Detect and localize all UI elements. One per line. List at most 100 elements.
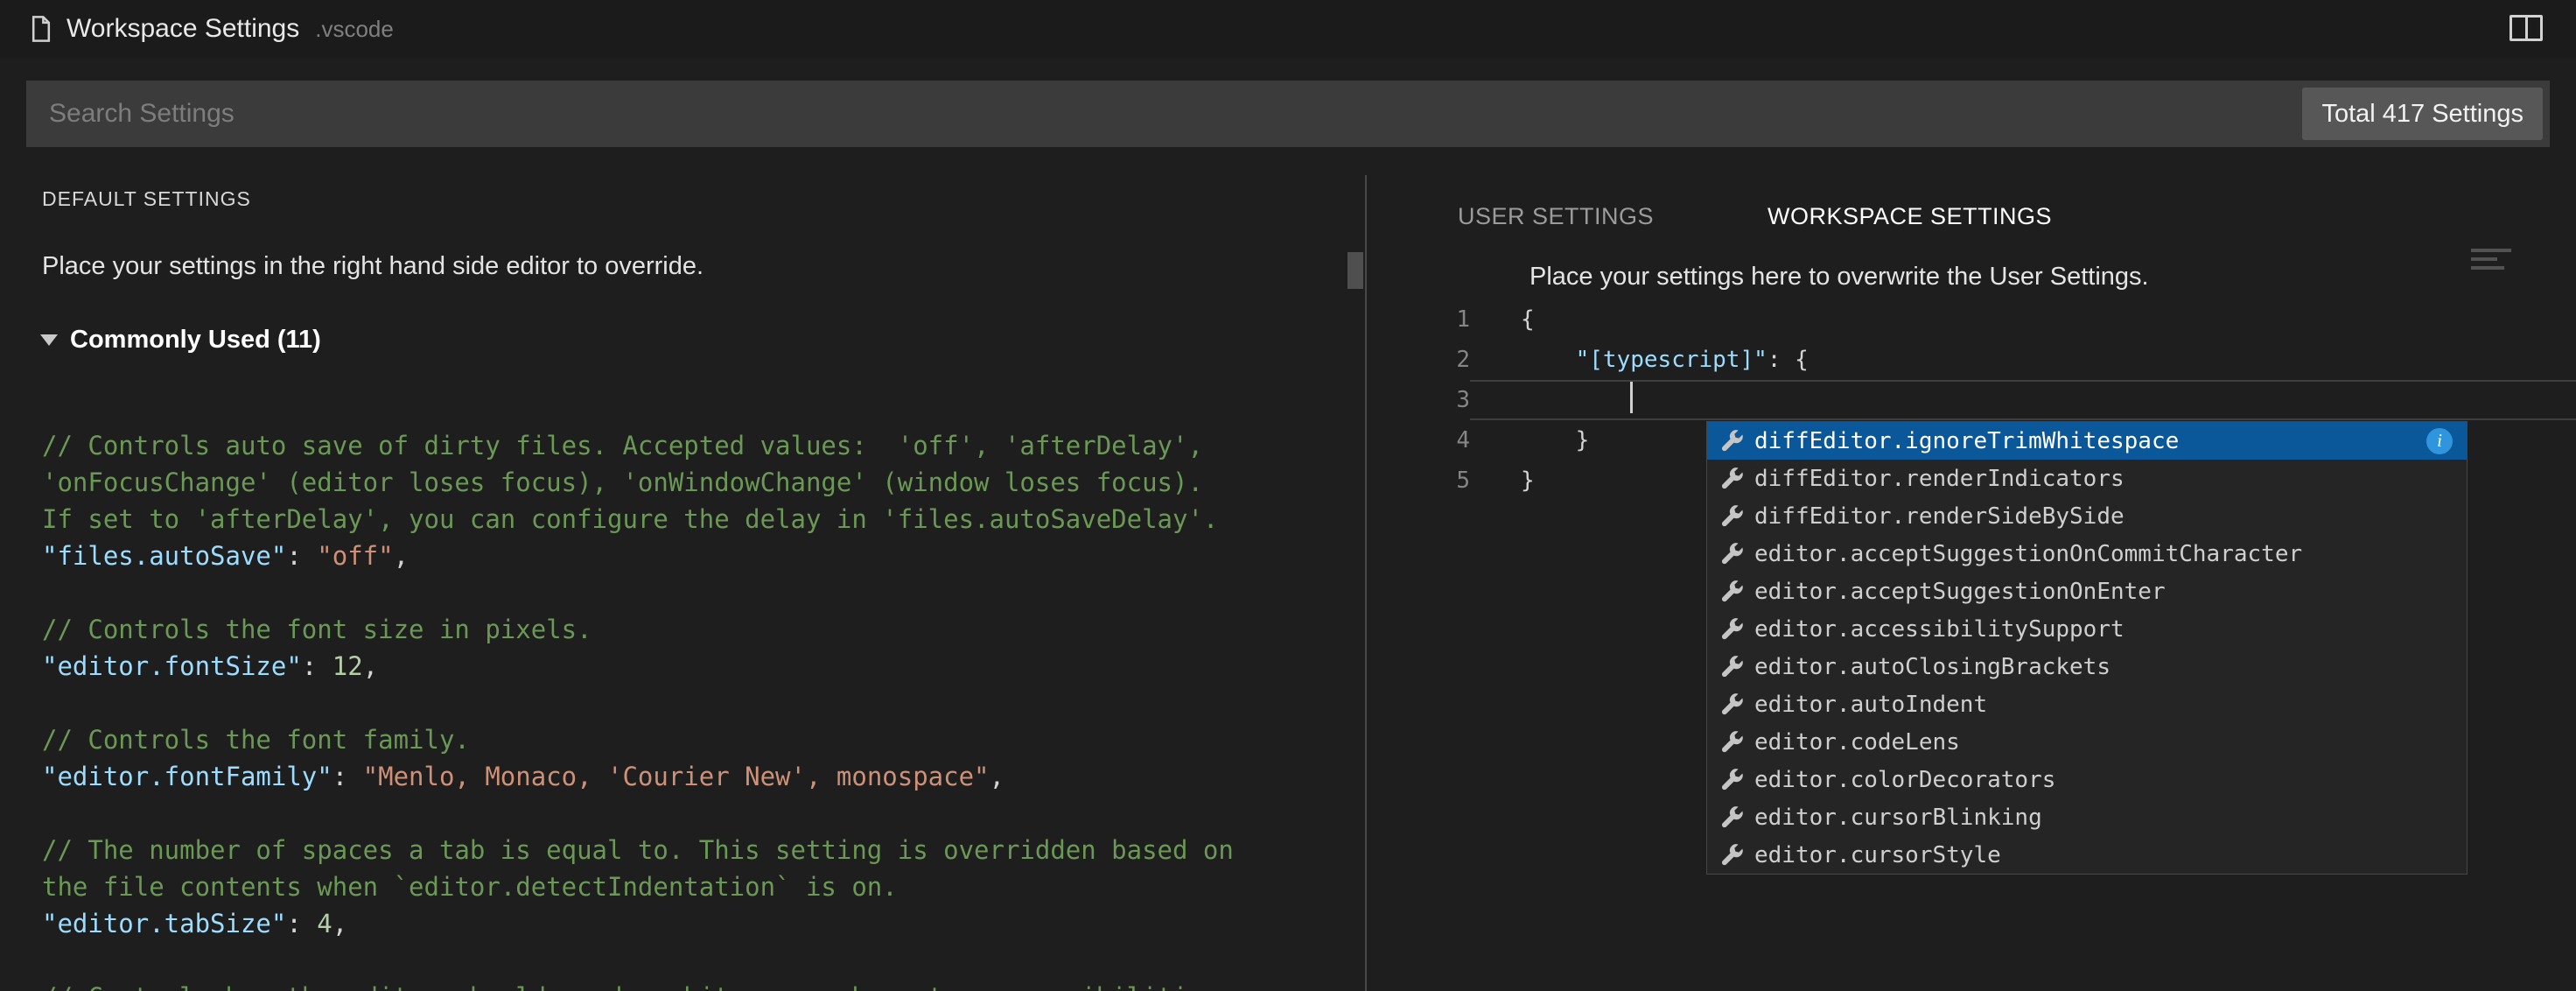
suggestion-item[interactable]: editor.cursorBlinking	[1707, 798, 2467, 836]
suggestion-item[interactable]: editor.acceptSuggestionOnEnter	[1707, 573, 2467, 610]
editor-line[interactable]: 1{	[1367, 299, 2576, 340]
token-comment: // Controls auto save of dirty files. Ac…	[42, 431, 1203, 460]
default-settings-header: DEFAULT SETTINGS	[42, 187, 251, 211]
workspace-settings-pane: USER SETTINGS WORKSPACE SETTINGS Place y…	[1367, 175, 2576, 991]
token-comment: 'onFocusChange' (editor loses focus), 'o…	[42, 467, 1203, 497]
suggestion-label: diffEditor.ignoreTrimWhitespace	[1754, 428, 2179, 454]
wrench-icon	[1719, 805, 1744, 830]
editor-line-content[interactable]: {	[1470, 299, 2576, 340]
left-scrollbar[interactable]	[1348, 175, 1363, 991]
token-punct	[1521, 347, 1576, 373]
suggestion-item[interactable]: editor.autoIndent	[1707, 685, 2467, 723]
token-punct: ,	[363, 651, 378, 681]
default-code-line: // Controls auto save of dirty files. Ac…	[42, 427, 1326, 464]
default-code-line: // Controls the font size in pixels.	[42, 611, 1326, 648]
token-number: 12	[332, 651, 363, 681]
info-icon[interactable]: i	[2426, 428, 2453, 454]
file-icon	[30, 15, 52, 43]
default-code-line: // Controls the font family.	[42, 721, 1326, 758]
token-key: "files.autoSave"	[42, 541, 286, 571]
suggestion-item[interactable]: diffEditor.renderSideBySide	[1707, 497, 2467, 535]
section-commonly-used[interactable]: Commonly Used (11)	[40, 326, 321, 355]
suggestion-item[interactable]: editor.autoClosingBrackets	[1707, 648, 2467, 685]
default-code-line: If set to 'afterDelay', you can configur…	[42, 501, 1326, 538]
suggestion-item[interactable]: editor.codeLens	[1707, 723, 2467, 761]
split-editor-icon[interactable]	[2510, 15, 2543, 41]
line-number: 4	[1367, 420, 1470, 460]
default-code-line: // Controls how the editor should render…	[42, 979, 1326, 991]
wrench-icon	[1719, 429, 1744, 453]
default-code-line	[42, 685, 1326, 721]
default-code-line: 'onFocusChange' (editor loses focus), 'o…	[42, 464, 1326, 501]
token-string: "off"	[317, 541, 393, 571]
token-comment: // Controls how the editor should render…	[42, 982, 1218, 991]
wrench-icon	[1719, 617, 1744, 642]
suggestion-item[interactable]: diffEditor.renderIndicators	[1707, 460, 2467, 497]
token-key: "editor.fontFamily"	[42, 762, 332, 791]
line-number: 2	[1367, 340, 1470, 380]
wrench-icon	[1719, 467, 1744, 491]
token-punct: {	[1521, 306, 1535, 333]
window-title: Workspace Settings	[66, 14, 299, 44]
text-cursor	[1630, 382, 1633, 413]
token-punct: :	[302, 651, 332, 681]
token-punct: :	[286, 909, 317, 938]
default-code-line	[42, 942, 1326, 979]
suggestion-label: editor.cursorBlinking	[1754, 805, 2042, 831]
wrench-icon	[1719, 692, 1744, 717]
token-key: "[typescript]"	[1576, 347, 1768, 373]
line-number: 1	[1367, 299, 1470, 340]
suggestion-item[interactable]: editor.cursorStyle	[1707, 836, 2467, 874]
default-code-line: "files.autoSave": "off",	[42, 538, 1326, 574]
wrench-icon	[1719, 655, 1744, 679]
wrench-icon	[1719, 542, 1744, 566]
default-settings-code[interactable]: // Controls auto save of dirty files. Ac…	[42, 427, 1326, 991]
suggestion-label: diffEditor.renderSideBySide	[1754, 503, 2124, 530]
default-code-line	[42, 574, 1326, 611]
wrench-icon	[1719, 730, 1744, 755]
token-punct: ,	[332, 909, 347, 938]
editor-line-content[interactable]: "[typescript]": {	[1470, 340, 2576, 380]
token-punct: :	[332, 762, 363, 791]
wrench-icon	[1719, 768, 1744, 792]
settings-tabs: USER SETTINGS WORKSPACE SETTINGS	[1458, 203, 2052, 230]
scrollbar-thumb[interactable]	[1348, 252, 1363, 289]
token-comment: the file contents when `editor.detectInd…	[42, 872, 898, 902]
suggestion-item[interactable]: editor.accessibilitySupport	[1707, 610, 2467, 648]
minimap[interactable]	[2471, 249, 2511, 270]
suggestion-label: editor.codeLens	[1754, 729, 1960, 756]
workspace-settings-description: Place your settings here to overwrite th…	[1530, 263, 2149, 292]
search-input[interactable]	[26, 81, 2550, 147]
default-code-line: "editor.fontFamily": "Menlo, Monaco, 'Co…	[42, 758, 1326, 795]
editor-line[interactable]: 2 "[typescript]": {	[1367, 340, 2576, 380]
default-code-line: the file contents when `editor.detectInd…	[42, 868, 1326, 905]
default-code-line	[42, 795, 1326, 832]
token-punct: : {	[1768, 347, 1809, 373]
token-punct: :	[286, 541, 317, 571]
suggestion-item[interactable]: editor.acceptSuggestionOnCommitCharacter	[1707, 535, 2467, 573]
suggestion-item[interactable]: diffEditor.ignoreTrimWhitespace i	[1707, 422, 2467, 460]
token-key: "editor.tabSize"	[42, 909, 286, 938]
token-key: "editor.fontSize"	[42, 651, 302, 681]
wrench-icon	[1719, 843, 1744, 868]
suggestion-label: editor.accessibilitySupport	[1754, 616, 2124, 643]
suggestion-label: editor.autoClosingBrackets	[1754, 654, 2110, 680]
editor-line[interactable]: 3	[1367, 380, 2576, 420]
line-number: 5	[1367, 460, 1470, 501]
suggestion-label: editor.colorDecorators	[1754, 767, 2055, 793]
token-punct: }	[1521, 427, 1589, 453]
token-comment: // The number of spaces a tab is equal t…	[42, 835, 1234, 865]
default-code-line: "editor.tabSize": 4,	[42, 905, 1326, 942]
token-string: "Menlo, Monaco, 'Courier New', monospace…	[363, 762, 990, 791]
suggestion-widget: diffEditor.ignoreTrimWhitespaceidiffEdit…	[1706, 421, 2468, 875]
window-subtitle: .vscode	[315, 16, 394, 43]
default-settings-description: Place your settings in the right hand si…	[42, 252, 704, 281]
tab-user-settings[interactable]: USER SETTINGS	[1458, 203, 1654, 230]
suggestion-item[interactable]: editor.colorDecorators	[1707, 761, 2467, 798]
tab-workspace-settings[interactable]: WORKSPACE SETTINGS	[1768, 203, 2052, 230]
token-comment: If set to 'afterDelay', you can configur…	[42, 504, 1218, 534]
suggestion-label: diffEditor.renderIndicators	[1754, 466, 2124, 492]
suggestion-label: editor.cursorStyle	[1754, 842, 2001, 868]
editor-line-content[interactable]	[1470, 380, 2576, 420]
section-label: Commonly Used (11)	[70, 326, 321, 355]
